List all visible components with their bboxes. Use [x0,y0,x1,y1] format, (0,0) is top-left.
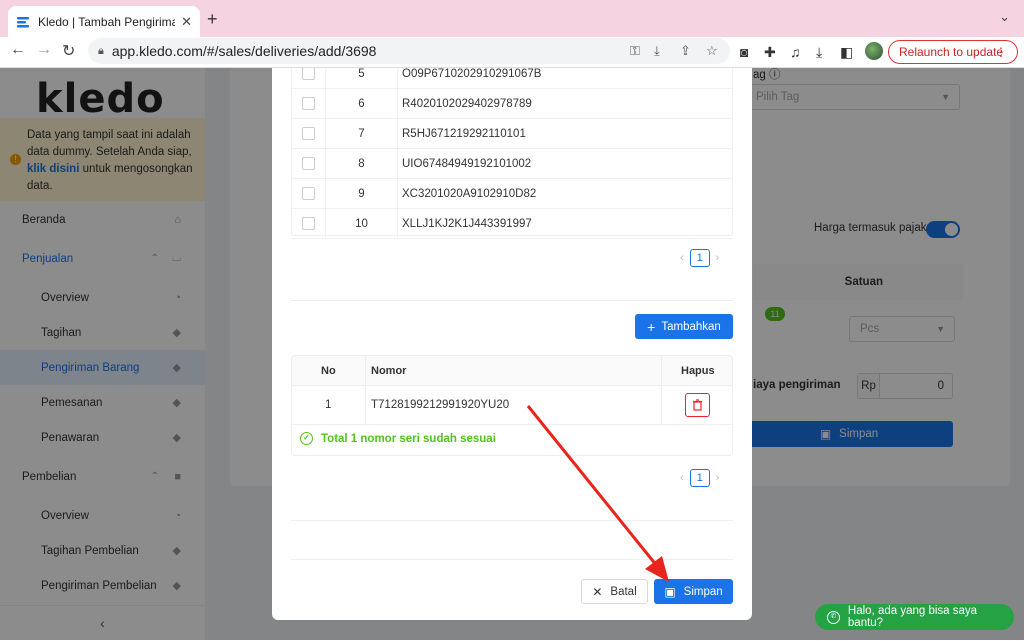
table-row[interactable]: 7 R5HJ671219292110101 [292,119,732,149]
prev-page-icon[interactable]: ‹ [680,252,684,264]
whatsapp-chat-button[interactable]: ✆ Halo, ada yang bisa saya bantu? [815,604,1014,630]
extensions-icon[interactable]: ✚ [764,44,776,61]
table-row[interactable]: 9 XC3201020A9102910D82 [292,179,732,209]
serial-number: XC3201020A9102910D82 [402,188,537,200]
table-row: 1 T7128199212991920YU20 [292,386,732,425]
cancel-label: Batal [610,585,637,598]
reload-icon[interactable]: ↻ [62,41,75,61]
bookmark-star-icon[interactable]: ☆ [706,43,718,59]
plus-icon: + [647,318,656,335]
row-number: 8 [325,149,398,179]
serial-number: T7128199212991920YU20 [371,399,510,411]
page-1-button[interactable]: 1 [689,469,710,487]
browser-tab[interactable]: Kledo | Tambah Pengiriman Ba ✕ [8,6,200,37]
browser-tab-bar: Kledo | Tambah Pengiriman Ba ✕ + ⌄ [0,0,1024,37]
save-icon: ▣ [664,584,676,599]
browser-toolbar: ← → ↻ 🔒︎ app.kledo.com/#/sales/deliverie… [0,37,1024,68]
row-checkbox[interactable] [302,187,315,200]
relaunch-label: Relaunch to update [899,45,1004,59]
validation-success-message: ✓ Total 1 nomor seri sudah sesuai [300,432,496,445]
more-menu-icon[interactable]: ⋮ [995,45,1007,59]
tab-title: Kledo | Tambah Pengiriman Ba [38,14,176,29]
modal-footer-divider [291,559,733,560]
close-tab-icon[interactable]: ✕ [181,14,192,30]
row-number: 9 [325,179,398,209]
save-button[interactable]: ▣ Simpan [654,579,733,604]
page-1-button[interactable]: 1 [689,249,710,267]
header-hapus: Hapus [681,364,715,377]
serial-number: XLLJ1KJ2K1J443391997 [402,218,532,230]
save-label: Simpan [683,585,723,598]
relaunch-button[interactable]: Relaunch to update ⋮ [888,40,1018,64]
next-page-icon[interactable]: › [716,252,720,264]
download-icon[interactable]: ⤓ [816,44,822,61]
pagination-available: ‹ 1 › [680,249,719,267]
success-text: Total 1 nomor seri sudah sesuai [321,432,496,445]
header-nomor: Nomor [371,364,407,377]
table-row[interactable]: 10 XLLJ1KJ2K1J443391997 [292,209,732,239]
row-number: 5 [325,68,398,89]
install-app-icon[interactable]: ⤓ [654,43,660,59]
profile-avatar[interactable] [865,42,883,60]
serial-number: R5HJ671219292110101 [402,128,526,140]
prev-page-icon[interactable]: ‹ [680,472,684,484]
serial-number: R4020102029402978789 [402,98,532,110]
side-panel-icon[interactable]: ◧ [840,44,853,61]
serial-number-modal: 5 O09P6710202910291067B 6 R402010202940297… [272,68,752,620]
tab-search-chevron-icon[interactable]: ⌄ [999,9,1010,25]
selected-table-header: No Nomor Hapus [292,356,732,386]
add-serial-label: Tambahkan [661,320,721,333]
row-number: 6 [325,89,398,119]
share-icon[interactable]: ⇪ [680,43,691,59]
kledo-favicon-icon [17,16,29,27]
row-checkbox[interactable] [302,97,315,110]
add-serial-button[interactable]: + Tambahkan [635,314,733,339]
header-no: No [321,364,336,377]
table-row[interactable]: 6 R4020102029402978789 [292,89,732,119]
row-checkbox[interactable] [302,68,315,80]
cancel-button[interactable]: ✕ Batal [581,579,648,604]
back-icon[interactable]: ← [10,41,26,59]
section-divider [291,300,733,301]
serial-number: UIO67484949192101002 [402,158,532,170]
pagination-selected: ‹ 1 › [680,469,719,487]
row-checkbox[interactable] [302,127,315,140]
camera-icon[interactable]: ◙ [740,44,748,60]
whatsapp-icon: ✆ [827,610,840,624]
lock-icon[interactable]: 🔒︎ [98,45,104,58]
media-icon[interactable]: ♫ [790,44,801,60]
table-row[interactable]: 8 UIO67484949192101002 [292,149,732,179]
address-bar[interactable]: 🔒︎ app.kledo.com/#/sales/deliveries/add/… [88,38,730,64]
delete-serial-button[interactable] [685,393,710,417]
row-number: 1 [325,399,332,411]
serial-number: O09P6710202910291067B [402,68,542,80]
new-tab-icon[interactable]: + [207,9,218,30]
row-number: 10 [325,209,398,239]
table-row[interactable]: 5 O09P6710202910291067B [292,68,732,89]
section-divider [291,520,733,521]
row-number: 7 [325,119,398,149]
check-circle-icon: ✓ [300,432,313,445]
next-page-icon[interactable]: › [716,472,720,484]
available-serial-table: 5 O09P6710202910291067B 6 R402010202940297… [291,68,733,239]
trash-icon [693,399,702,411]
selected-serial-table: No Nomor Hapus 1 T7128199212991920YU20 ✓… [291,355,733,456]
chat-label: Halo, ada yang bisa saya bantu? [847,605,978,629]
forward-icon[interactable]: → [36,41,52,59]
row-checkbox[interactable] [302,217,315,230]
row-checkbox[interactable] [302,157,315,170]
close-icon: ✕ [592,584,603,599]
key-icon[interactable]: ⚿ [630,43,640,59]
url-text: app.kledo.com/#/sales/deliveries/add/369… [111,43,377,59]
